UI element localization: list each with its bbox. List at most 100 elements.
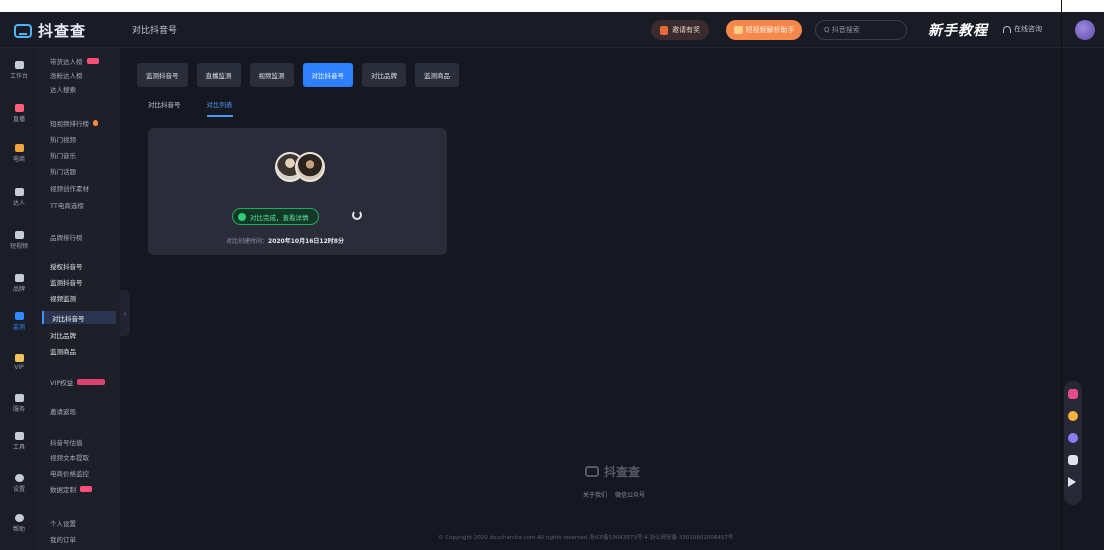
submenu-item[interactable]: 个人设置 (50, 518, 76, 528)
submenu-item[interactable]: VIP权益 (50, 377, 106, 387)
submenu-item[interactable]: 品牌排行榜 (50, 232, 83, 242)
logo-icon (585, 466, 599, 477)
status-label: 对比完成，查看详情 (250, 213, 309, 222)
customer-service-label: 在线咨询 (1014, 25, 1042, 33)
logo-icon (14, 23, 32, 38)
rail-item-brand[interactable]: 品牌 (0, 274, 38, 293)
tool-icon (14, 432, 24, 440)
submenu-item[interactable]: 视频监测 (50, 293, 76, 303)
tab-live-monitor[interactable]: 直播监测 (196, 63, 241, 87)
rail-item-help[interactable]: 帮助 (0, 514, 38, 533)
footer-link-about[interactable]: 关于我们 (583, 490, 607, 499)
customer-service-link[interactable]: 在线咨询 (1003, 24, 1042, 34)
tab-compare-brand[interactable]: 对比品牌 (362, 63, 406, 87)
submenu-item[interactable]: 邀请返现 (50, 406, 76, 416)
created-time: 对比创建时间：2020年10月16日12时8分 (226, 236, 344, 245)
chat-icon[interactable] (1068, 389, 1078, 399)
tab-video-monitor[interactable]: 视频监测 (249, 63, 294, 87)
fire-icon (93, 120, 98, 126)
crown-icon (14, 354, 24, 362)
avatar[interactable] (1075, 20, 1095, 40)
floating-toolbar (1064, 381, 1082, 505)
comparison-card[interactable]: 对比完成，查看详情 对比创建时间：2020年10月16日12时8分 (148, 128, 447, 255)
submenu-item[interactable]: 热门音乐 (50, 150, 76, 160)
submenu-item[interactable]: 带货达人榜 (50, 56, 99, 66)
submenu-item[interactable]: 授权抖音号 (50, 261, 83, 271)
settings-icon (14, 474, 24, 482)
tab-monitor-account[interactable]: 监测抖音号 (137, 63, 188, 87)
submenu-item[interactable]: 视频文本提取 (50, 452, 89, 462)
submenu-item[interactable]: 我的订单 (50, 534, 76, 544)
submenu-item-selected[interactable]: 对比抖音号 (42, 311, 116, 324)
app-logo[interactable]: 抖查查 (14, 20, 86, 41)
copyright: © Copyright 2020 doucharcha.com All righ… (438, 535, 734, 541)
hot-badge (80, 486, 92, 492)
check-circle-icon (238, 212, 246, 221)
submenu-item[interactable]: 监测抖音号 (50, 277, 83, 287)
rail-item-ecommerce[interactable]: 电商 (0, 144, 38, 163)
live-icon (14, 104, 24, 112)
invite-reward-label: 邀请有奖 (672, 26, 700, 34)
search-input[interactable]: Q 抖音搜索 (815, 20, 907, 40)
submenu-item[interactable]: 数据定制 (50, 484, 92, 494)
play-icon[interactable] (1068, 477, 1076, 487)
invite-reward-button[interactable]: 邀请有奖 (651, 20, 709, 40)
video-parse-button[interactable]: 短视频解析助手 (726, 20, 802, 40)
tiktok-icon (14, 188, 24, 196)
rail-item-monitor[interactable]: 监测 (0, 312, 38, 331)
app-window: 抖查查 对比抖音号 邀请有奖 短视频解析助手 Q 抖音搜索 新手教程 在线咨询 … (0, 12, 1104, 550)
video-icon (14, 231, 24, 239)
submenu-item[interactable]: 短视频排行榜 (50, 118, 98, 128)
submenu-item[interactable]: 对比品牌 (50, 330, 76, 340)
diamond-icon[interactable] (1068, 433, 1078, 443)
refresh-icon[interactable] (352, 210, 362, 220)
submenu-item[interactable]: 视频创作素材 (50, 183, 89, 193)
rail-item-settings[interactable]: 设置 (0, 474, 38, 493)
footer-logo-text: 抖查查 (604, 465, 641, 479)
footer-links: 关于我们 微信公众号 (583, 490, 645, 499)
rail-item-creator[interactable]: 达人 (0, 188, 38, 207)
sub-tabs: 对比抖音号 对比列表 (148, 99, 233, 117)
rail-item-vip[interactable]: VIP (0, 354, 38, 371)
right-edge-line (1061, 0, 1062, 550)
rail-item-service[interactable]: 服务 (0, 394, 38, 413)
top-bar: 抖查查 对比抖音号 邀请有奖 短视频解析助手 Q 抖音搜索 新手教程 在线咨询 (0, 12, 1104, 48)
service-icon (14, 394, 24, 402)
vip-badge (77, 379, 106, 385)
compared-avatars (269, 152, 329, 186)
shop-icon (14, 144, 24, 152)
rail-item-workbench[interactable]: 工作台 (0, 61, 38, 80)
submenu-item[interactable]: 抖音号估值 (50, 437, 83, 447)
footer-link-wechat[interactable]: 微信公众号 (615, 490, 645, 499)
submenu-item[interactable]: 涨粉达人榜 (50, 70, 83, 80)
view-details-button[interactable]: 对比完成，查看详情 (232, 208, 319, 225)
headset-icon (1003, 25, 1011, 33)
submenu-item[interactable]: 电商价格监控 (50, 468, 89, 478)
brand-icon (14, 274, 24, 282)
help-icon (14, 514, 24, 522)
icon-rail: 工作台 直播 电商 达人 短视频 品牌 监测 VIP 服务 工具 设置 帮助 (0, 48, 38, 550)
submenu-item[interactable]: 热门视频 (50, 134, 76, 144)
monitor-icon (14, 312, 24, 320)
tutorial-link[interactable]: 新手教程 (928, 20, 988, 40)
submenu-item[interactable]: 监测商品 (50, 346, 76, 356)
rail-item-live[interactable]: 直播 (0, 104, 38, 123)
grid-icon (14, 61, 24, 69)
submenu-item[interactable]: TT电商选榜 (50, 200, 84, 210)
home-icon[interactable] (1068, 455, 1078, 465)
monitor-tabs: 监测抖音号 直播监测 视频监测 对比抖音号 对比品牌 监测商品 (137, 63, 459, 87)
emoji-icon[interactable] (1068, 411, 1078, 421)
sub-menu: 带货达人榜 涨粉达人榜 达人搜索 短视频排行榜 热门视频 热门音乐 热门话题 视… (38, 48, 120, 550)
rail-item-short-video[interactable]: 短视频 (0, 231, 38, 250)
tab-compare-account[interactable]: 对比抖音号 (302, 63, 353, 87)
collapse-sidebar-handle[interactable]: ‹ (120, 290, 130, 336)
created-time-value: 2020年10月16日12时8分 (268, 238, 344, 245)
subtab-compare-account[interactable]: 对比抖音号 (148, 99, 181, 117)
footer-logo: 抖查查 (585, 463, 640, 480)
rail-item-tools[interactable]: 工具 (0, 432, 38, 451)
tab-monitor-product[interactable]: 监测商品 (415, 63, 459, 87)
subtab-compare-list[interactable]: 对比列表 (206, 99, 233, 117)
submenu-item[interactable]: 热门话题 (50, 166, 76, 176)
submenu-item[interactable]: 达人搜索 (50, 84, 76, 94)
logo-text: 抖查查 (38, 22, 87, 40)
